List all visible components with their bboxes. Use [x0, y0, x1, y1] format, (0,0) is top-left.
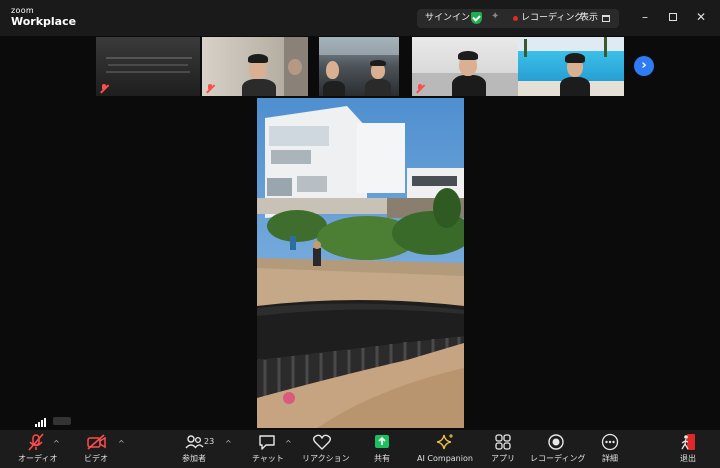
mic-muted-icon — [100, 84, 108, 93]
mic-muted-icon — [25, 432, 47, 452]
close-icon[interactable]: ✕ — [693, 9, 709, 25]
recording-status[interactable]: レコーディング — [521, 9, 583, 28]
minimize-icon[interactable]: – — [637, 9, 653, 25]
video-label: ビデオ — [84, 454, 108, 463]
audio-button[interactable]: オーディオ — [18, 432, 58, 466]
recording-label: レコーディング — [530, 454, 586, 463]
record-icon — [545, 432, 567, 452]
more-button[interactable]: 詳細 — [598, 432, 622, 466]
ai-companion-button[interactable]: AI Companion — [416, 432, 474, 466]
audio-label: オーディオ — [18, 454, 58, 463]
main-video-feed — [257, 98, 464, 428]
meeting-toolbar: オーディオ ^ ビデオ ^ 参加者 23 ^ チャット ^ リアクション 共有 … — [0, 430, 720, 468]
apps-icon — [492, 432, 514, 452]
connection-signal-icon[interactable] — [33, 417, 71, 427]
next-page-button[interactable]: › — [634, 56, 654, 76]
chat-options-chevron-icon[interactable]: ^ — [285, 439, 292, 448]
meeting-info-pill: サインイン ✦ レコーディング 表示 — [417, 9, 619, 28]
participants-options-chevron-icon[interactable]: ^ — [225, 439, 232, 448]
participants-label: 参加者 — [182, 454, 206, 463]
chat-icon — [256, 432, 278, 452]
leave-door-icon — [677, 432, 699, 452]
participant-thumbnail[interactable] — [412, 37, 518, 96]
reactions-label: リアクション — [302, 454, 350, 463]
more-label: 詳細 — [602, 454, 618, 463]
participant-thumbnail[interactable] — [518, 37, 624, 96]
zoom-logo: zoom Workplace — [11, 6, 77, 28]
more-dots-icon — [599, 432, 621, 452]
construction-site-scene — [257, 98, 464, 428]
sign-in-link[interactable]: サインイン — [425, 9, 470, 28]
sparkle-icon[interactable]: ✦ — [491, 11, 499, 22]
share-screen-icon — [371, 432, 393, 452]
video-options-chevron-icon[interactable]: ^ — [118, 439, 125, 448]
video-off-icon — [85, 432, 107, 452]
leave-label: 退出 — [680, 454, 696, 463]
ai-sparkle-icon — [434, 432, 456, 452]
participant-count: 23 — [204, 437, 215, 446]
chat-button[interactable]: チャット — [252, 432, 284, 466]
share-button[interactable]: 共有 — [368, 432, 396, 466]
shield-check-icon[interactable] — [471, 12, 482, 24]
audio-options-chevron-icon[interactable]: ^ — [53, 439, 60, 448]
ai-companion-label: AI Companion — [417, 454, 473, 463]
chevron-right-icon: › — [641, 58, 647, 73]
video-button[interactable]: ビデオ — [80, 432, 112, 466]
view-button[interactable]: 表示 — [580, 9, 598, 28]
participant-thumbnail[interactable] — [202, 37, 308, 96]
participant-thumbnail[interactable] — [96, 37, 200, 96]
brand-small: zoom — [11, 6, 34, 15]
recording-button[interactable]: レコーディング — [530, 432, 586, 466]
participants-icon — [183, 432, 205, 452]
recording-dot-icon — [513, 16, 518, 21]
chat-label: チャット — [252, 454, 284, 463]
brand-large: Workplace — [11, 15, 77, 28]
heart-icon — [311, 432, 333, 452]
mic-muted-icon — [416, 84, 424, 93]
title-bar: zoom Workplace サインイン ✦ レコーディング 表示 – ✕ — [0, 0, 720, 36]
leave-button[interactable]: 退出 — [676, 432, 700, 466]
participant-thumbnail[interactable] — [319, 37, 399, 96]
view-grid-icon[interactable] — [602, 15, 610, 22]
maximize-icon[interactable] — [665, 9, 681, 25]
mic-muted-icon — [206, 84, 214, 93]
reactions-button[interactable]: リアクション — [302, 432, 350, 466]
apps-label: アプリ — [491, 454, 515, 463]
share-label: 共有 — [374, 454, 390, 463]
apps-button[interactable]: アプリ — [490, 432, 516, 466]
